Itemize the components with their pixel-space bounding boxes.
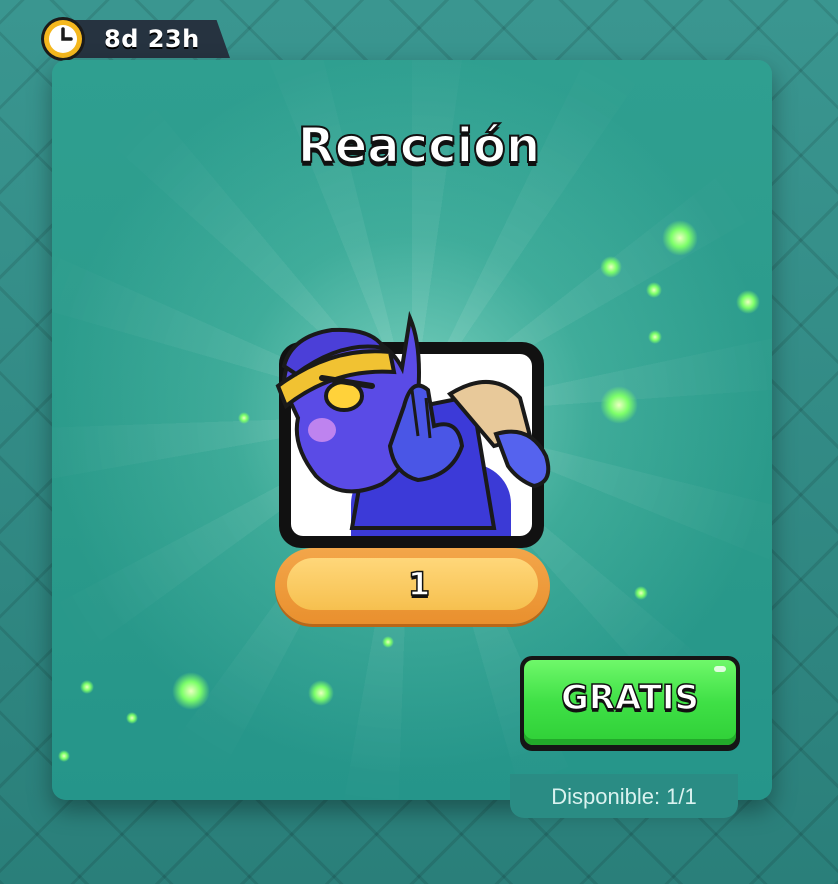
sparkle	[648, 330, 662, 344]
offer-title: Reacción	[297, 117, 541, 175]
claim-free-button[interactable]	[520, 656, 740, 751]
time-remaining-badge: 8d 23h	[40, 16, 230, 61]
sparkle	[600, 386, 638, 424]
sparkle	[382, 636, 394, 648]
claim-free-button-face	[524, 660, 736, 745]
sparkle	[600, 256, 622, 278]
sparkle	[308, 680, 334, 706]
sparkle	[58, 750, 70, 762]
availability-label: Disponible: 1/1	[510, 774, 738, 818]
sparkle	[172, 672, 210, 710]
quantity-label: 1	[407, 564, 431, 604]
sparkle	[238, 412, 250, 424]
sparkle	[126, 712, 138, 724]
sparkle	[736, 290, 760, 314]
timer-label: 8d 23h	[104, 25, 200, 53]
button-shine	[714, 666, 726, 672]
clock-icon	[41, 17, 85, 61]
goblin-emote-icon	[275, 310, 551, 530]
sparkle	[662, 220, 698, 256]
sparkle	[80, 680, 94, 694]
sparkle	[646, 282, 662, 298]
